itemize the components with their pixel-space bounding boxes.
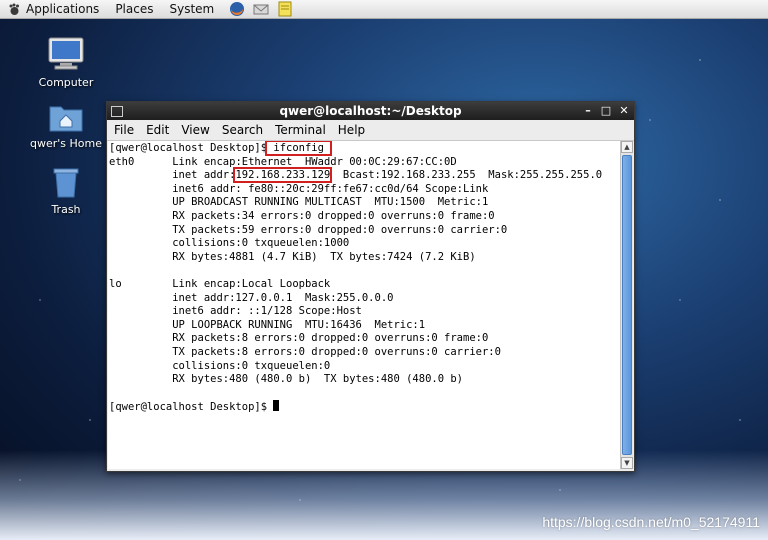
text-cursor <box>273 400 280 412</box>
vertical-scrollbar[interactable]: ▲ ▼ <box>620 141 633 469</box>
scroll-down-icon[interactable]: ▼ <box>621 457 633 469</box>
highlighted-command: ifconfig <box>265 141 333 156</box>
minimize-icon[interactable]: – <box>582 104 594 117</box>
home-folder-icon <box>49 106 83 132</box>
eth0-line1: Link encap:Ethernet HWaddr 00:0C:29:67:C… <box>134 155 457 168</box>
scroll-thumb[interactable] <box>622 155 632 455</box>
places-menu[interactable]: Places <box>107 0 161 18</box>
desktop-icon-trash[interactable]: Trash <box>26 165 106 216</box>
eth0-inet-suffix: Bcast:192.168.233.255 Mask:255.255.255.0 <box>330 169 603 182</box>
places-label: Places <box>115 2 154 16</box>
menu-terminal[interactable]: Terminal <box>270 123 331 137</box>
desktop-icon-label: Computer <box>38 76 94 89</box>
system-menu[interactable]: System <box>161 0 222 18</box>
menu-edit[interactable]: Edit <box>141 123 174 137</box>
terminal-menubar: File Edit View Search Terminal Help <box>107 120 634 141</box>
mail-icon[interactable] <box>252 0 270 18</box>
desktop-icon-label: qwer's Home <box>29 137 102 150</box>
eth0-iface: eth0 <box>109 155 135 168</box>
maximize-icon[interactable]: □ <box>600 104 612 117</box>
computer-icon <box>48 37 84 70</box>
gnome-foot-icon <box>9 3 19 15</box>
menu-search[interactable]: Search <box>217 123 268 137</box>
top-panel: Applications Places System <box>0 0 768 19</box>
ifconfig-output: inet6 addr: fe80::20c:29ff:fe67:cc0d/64 … <box>109 182 508 386</box>
prompt-text: [qwer@localhost Desktop]$ <box>109 142 268 154</box>
highlighted-ip-address: 192.168.233.129 <box>233 167 333 184</box>
notes-icon[interactable] <box>276 0 294 18</box>
desktop-icon-home[interactable]: qwer's Home <box>26 101 106 150</box>
eth0-inet-prefix: inet addr: <box>109 169 236 182</box>
watermark: https://blog.csdn.net/m0_52174911 <box>542 514 760 530</box>
menu-help[interactable]: Help <box>333 123 370 137</box>
command-text: ifconfig <box>273 142 324 154</box>
final-prompt: [qwer@localhost Desktop]$ <box>109 401 274 414</box>
applications-menu[interactable]: Applications <box>0 0 107 18</box>
applications-label: Applications <box>26 2 100 16</box>
system-label: System <box>169 2 215 16</box>
menu-file[interactable]: File <box>109 123 139 137</box>
desktop-icon-computer[interactable]: Computer <box>26 36 106 89</box>
terminal-window[interactable]: qwer@localhost:~/Desktop – □ ✕ File Edit… <box>106 101 635 472</box>
terminal-text: [qwer@localhost Desktop]$ ifconfig eth0 … <box>108 141 620 415</box>
desktop-icon-label: Trash <box>51 203 81 216</box>
trash-icon <box>53 168 79 198</box>
menu-view[interactable]: View <box>176 123 214 137</box>
terminal-output[interactable]: [qwer@localhost Desktop]$ ifconfig eth0 … <box>108 141 620 469</box>
scroll-up-icon[interactable]: ▲ <box>621 141 633 153</box>
window-titlebar[interactable]: qwer@localhost:~/Desktop – □ ✕ <box>107 102 634 120</box>
window-title: qwer@localhost:~/Desktop <box>279 104 462 118</box>
firefox-icon[interactable] <box>228 0 246 18</box>
close-icon[interactable]: ✕ <box>618 104 630 117</box>
